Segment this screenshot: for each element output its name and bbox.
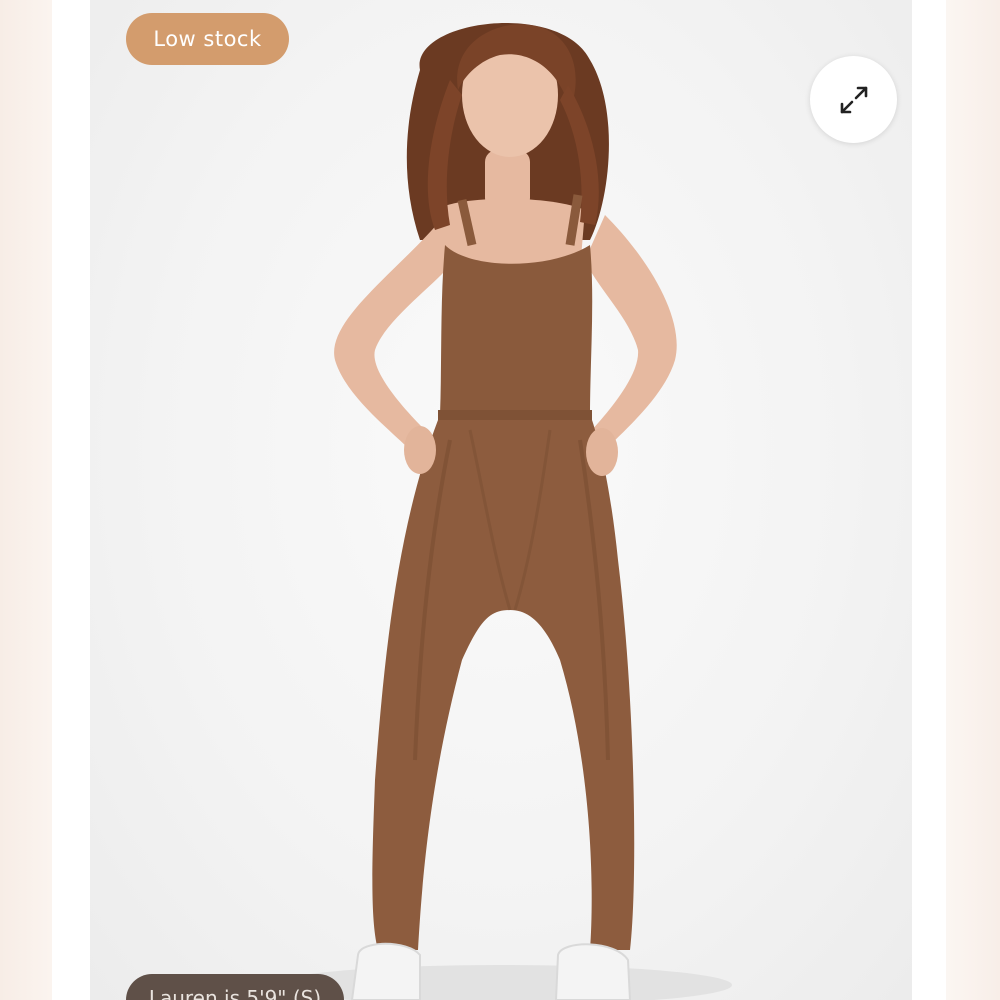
expand-image-button[interactable] (810, 56, 897, 143)
model-illustration (272, 22, 732, 1000)
gallery-gutter (52, 0, 90, 1000)
product-gallery: Low stock Lauren is 5'9" (S) (0, 0, 1000, 1000)
product-photo[interactable] (90, 0, 912, 1000)
low-stock-badge: Low stock (126, 13, 289, 65)
previous-image-peek[interactable] (0, 0, 52, 1000)
gallery-gutter (912, 0, 946, 1000)
expand-arrows-icon (840, 86, 867, 113)
model-size-caption: Lauren is 5'9" (S) (126, 974, 344, 1000)
next-image-peek[interactable] (946, 0, 1000, 1000)
